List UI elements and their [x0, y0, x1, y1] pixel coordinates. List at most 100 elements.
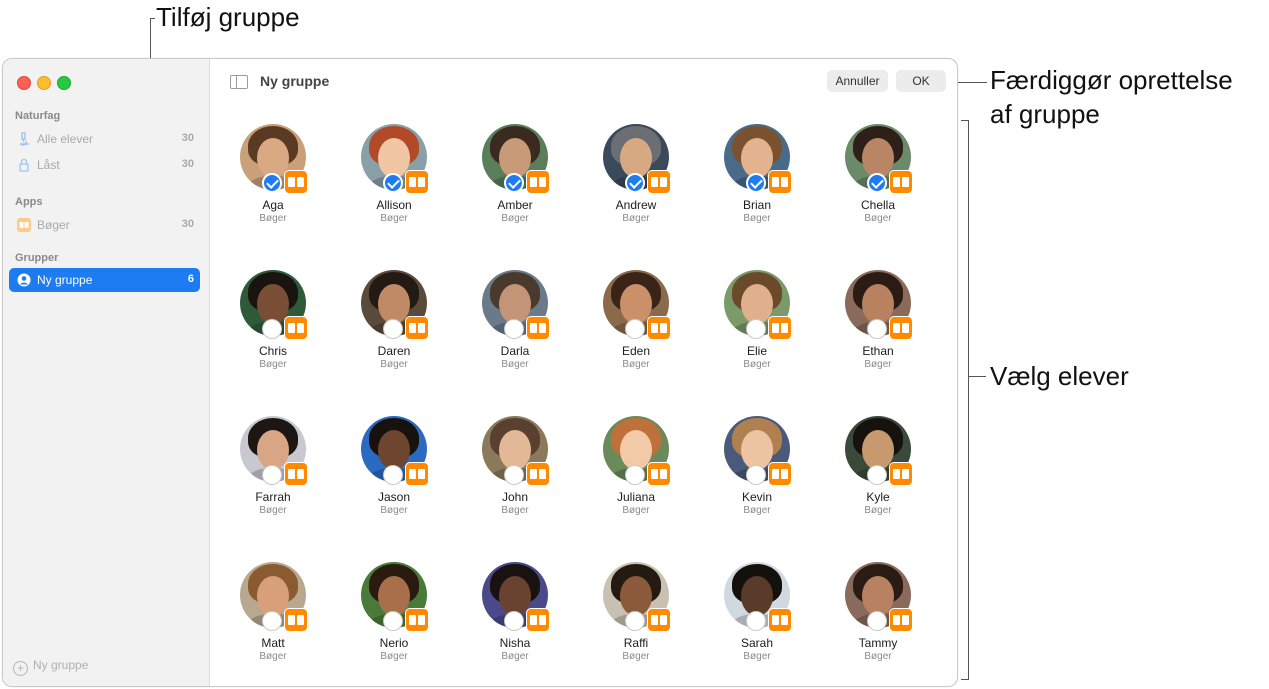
checkbox-empty-icon[interactable] [262, 319, 282, 339]
student-name: Allison [376, 198, 412, 212]
student-name: Jason [377, 490, 411, 504]
checkbox-empty-icon[interactable] [746, 611, 766, 631]
books-app-badge-icon [405, 608, 429, 632]
books-app-badge-icon [526, 170, 550, 194]
checkbox-empty-icon[interactable] [504, 319, 524, 339]
student-app: Bøger [380, 359, 408, 370]
student-app: Bøger [380, 505, 408, 516]
checkmark-selected-icon[interactable] [867, 173, 887, 193]
sidebar-item-label: Alle elever [37, 132, 94, 146]
checkbox-empty-icon[interactable] [383, 611, 403, 631]
checkbox-empty-icon[interactable] [625, 611, 645, 631]
group-icon [17, 273, 31, 287]
callout-choose-students: Vælg elever [990, 361, 1129, 391]
student-name: Kevin [741, 490, 773, 504]
callout-add-group: Tilføj gruppe [156, 2, 300, 32]
student-name: Amber [497, 198, 533, 212]
checkmark-selected-icon[interactable] [262, 173, 282, 193]
callout-bracket-vertical [968, 120, 969, 680]
student-name: Ethan [862, 344, 894, 358]
student-name: Elie [746, 344, 767, 358]
checkbox-empty-icon[interactable] [867, 319, 887, 339]
checkmark-selected-icon[interactable] [383, 173, 403, 193]
books-app-badge-icon [647, 316, 671, 340]
checkbox-empty-icon[interactable] [383, 319, 403, 339]
checkmark-selected-icon[interactable] [746, 173, 766, 193]
sidebar-item-books[interactable]: Bøger 30 [9, 213, 200, 237]
student-app: Bøger [501, 213, 529, 224]
add-group-label: Ny gruppe [33, 658, 89, 672]
books-app-badge-icon [768, 170, 792, 194]
books-app-badge-icon [405, 170, 429, 194]
minimize-window-button[interactable] [37, 76, 51, 90]
books-app-badge-icon [405, 462, 429, 486]
callout-finish-line1: Færdiggør oprettelse [990, 65, 1233, 95]
books-app-badge-icon [526, 316, 550, 340]
sidebar-item-label: Bøger [37, 218, 70, 232]
books-app-badge-icon [889, 170, 913, 194]
checkmark-selected-icon[interactable] [625, 173, 645, 193]
checkbox-empty-icon[interactable] [262, 465, 282, 485]
close-window-button[interactable] [17, 76, 31, 90]
lock-icon [17, 158, 31, 172]
microscope-icon [17, 132, 31, 146]
books-app-badge-icon [284, 462, 308, 486]
sidebar-item-locked[interactable]: Låst 30 [9, 153, 200, 177]
sidebar-item-new-group[interactable]: Ny gruppe 6 [9, 268, 200, 292]
student-app: Bøger [622, 213, 650, 224]
books-app-badge-icon [647, 462, 671, 486]
callout-bracket-top [961, 120, 969, 121]
sidebar-toggle-icon[interactable] [230, 75, 248, 89]
ok-button[interactable]: OK [896, 70, 946, 92]
checkbox-empty-icon[interactable] [504, 611, 524, 631]
zoom-window-button[interactable] [57, 76, 71, 90]
books-app-icon [17, 218, 31, 232]
checkmark-selected-icon[interactable] [504, 173, 524, 193]
books-app-badge-icon [284, 608, 308, 632]
student-app: Bøger [622, 359, 650, 370]
checkbox-empty-icon[interactable] [262, 611, 282, 631]
student-name: Sarah [740, 636, 774, 650]
books-app-badge-icon [284, 170, 308, 194]
books-app-badge-icon [889, 316, 913, 340]
student-app: Bøger [380, 651, 408, 662]
student-name: Chella [860, 198, 896, 212]
student-name: Matt [261, 636, 285, 650]
sidebar-item-all-students[interactable]: Alle elever 30 [9, 127, 200, 151]
student-app: Bøger [864, 213, 892, 224]
plus-circle-icon: + [13, 661, 28, 676]
student-name: Daren [377, 344, 411, 358]
student-app: Bøger [864, 359, 892, 370]
checkbox-empty-icon[interactable] [504, 465, 524, 485]
callout-bracket-pointer [968, 376, 986, 377]
sidebar-item-count: 30 [181, 158, 194, 170]
cancel-button[interactable]: Annuller [827, 70, 888, 92]
student-name: Kyle [866, 490, 890, 504]
checkbox-empty-icon[interactable] [383, 465, 403, 485]
student-app: Bøger [259, 359, 287, 370]
add-group-button[interactable]: + Ny gruppe [13, 658, 88, 676]
sidebar-section-groups: Grupper [15, 252, 59, 264]
checkbox-empty-icon[interactable] [867, 611, 887, 631]
callout-bracket-bottom [961, 679, 969, 680]
sidebar-item-count: 30 [181, 132, 194, 144]
checkbox-empty-icon[interactable] [746, 319, 766, 339]
student-app: Bøger [259, 213, 287, 224]
student-name: Raffi [623, 636, 649, 650]
main-content: Ny gruppe Annuller OK Aga Bøger Allison Bøg… [210, 59, 957, 686]
checkbox-empty-icon[interactable] [625, 319, 645, 339]
callout-finish-line2: af gruppe [990, 99, 1100, 129]
checkbox-empty-icon[interactable] [867, 465, 887, 485]
sidebar-section-naturfag: Naturfag [15, 110, 61, 122]
student-app: Bøger [622, 505, 650, 516]
books-app-badge-icon [526, 608, 550, 632]
books-app-badge-icon [768, 608, 792, 632]
books-app-badge-icon [768, 462, 792, 486]
sidebar-item-label: Ny gruppe [37, 273, 93, 287]
student-app: Bøger [501, 651, 529, 662]
student-name: John [501, 490, 529, 504]
checkbox-empty-icon[interactable] [746, 465, 766, 485]
student-name: Juliana [616, 490, 656, 504]
student-app: Bøger [743, 651, 771, 662]
checkbox-empty-icon[interactable] [625, 465, 645, 485]
